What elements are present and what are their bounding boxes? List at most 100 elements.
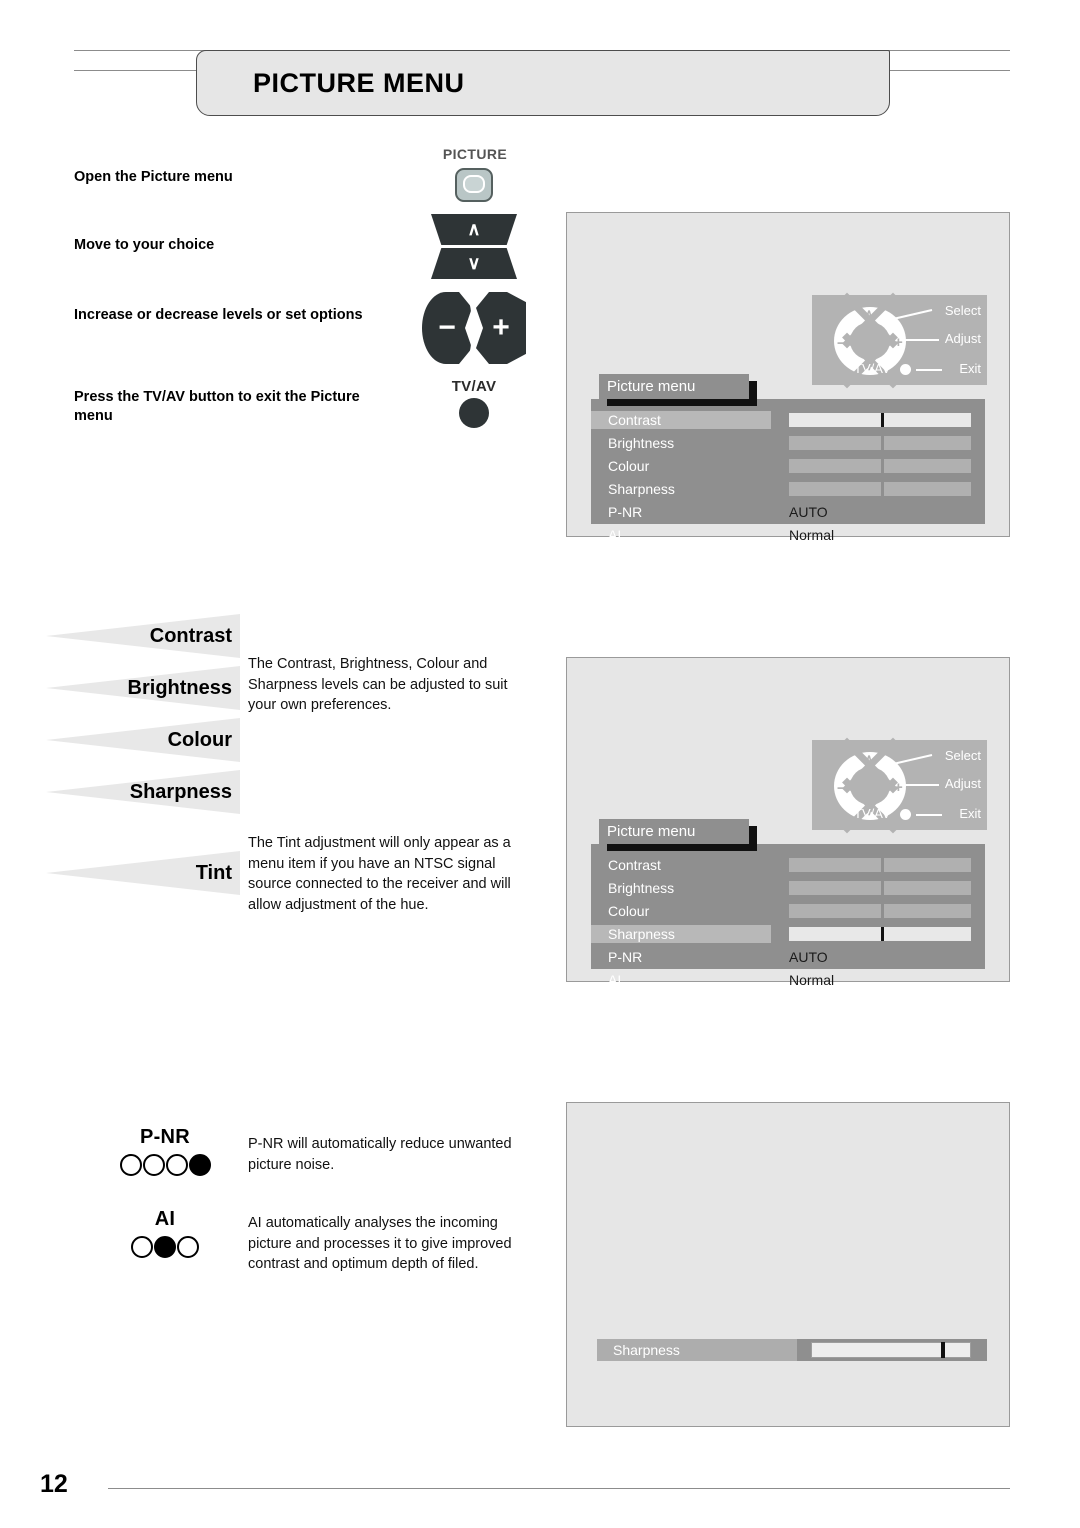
ring-plus-glyph: + <box>894 779 903 796</box>
paragraph-levels: The Contrast, Brightness, Colour and Sha… <box>248 656 508 714</box>
osd-row-bar[interactable] <box>789 482 971 496</box>
osd-row-value: Normal <box>789 972 835 988</box>
ai-dot-row <box>100 1236 230 1258</box>
tvav-dot-icon <box>900 364 911 375</box>
instruction-open-picture-menu: Open the Picture menu <box>74 169 233 185</box>
sharpness-bar-label: Sharpness <box>597 1339 797 1361</box>
picture-button-label: PICTURE <box>442 146 508 162</box>
sharpness-adjust-bar[interactable]: Sharpness <box>597 1339 987 1361</box>
osd-row-sharpness[interactable]: Sharpness <box>591 480 985 498</box>
hint-label-select: Select <box>944 303 981 318</box>
picture-button-icon[interactable] <box>455 168 493 202</box>
sharpness-bar-fill <box>811 1342 971 1358</box>
plus-button-icon[interactable]: + <box>476 292 526 364</box>
hint-leader-exit <box>916 814 942 816</box>
paragraph-tint: The Tint adjustment will only appear as … <box>248 835 511 913</box>
osd-row-label: Sharpness <box>608 926 675 942</box>
pnr-dot-4 <box>188 1154 211 1176</box>
osd-row-bar[interactable] <box>789 927 971 941</box>
osd-row-contrast[interactable]: Contrast <box>591 856 985 874</box>
navigation-hint-box: ∧ ∨ − + Select Adjust Exit TV/AV <box>812 292 987 389</box>
hint-label-select: Select <box>944 748 981 763</box>
osd-row-label: Contrast <box>608 412 661 428</box>
osd-row-label: Sharpness <box>608 481 675 497</box>
page-title-tab: PICTURE MENU <box>196 50 890 116</box>
up-arrow-button-icon[interactable]: ∧ <box>431 214 517 245</box>
osd-row-pnr[interactable]: P-NR AUTO <box>591 948 985 966</box>
osd-row-label: AI <box>608 527 622 543</box>
ring-minus-glyph: − <box>837 780 846 797</box>
hint-label-exit: Exit <box>959 361 981 376</box>
ai-dot-3 <box>177 1236 199 1258</box>
osd-row-value: Normal <box>789 527 835 543</box>
instruction-move-to-choice: Move to your choice <box>74 237 215 253</box>
tv-screen-panel-contrast: ∧ ∨ − + Select Adjust Exit TV/AV Picture… <box>566 212 1010 543</box>
wedge-sharpness: Sharpness <box>46 770 240 814</box>
osd-row-value: AUTO <box>789 504 828 520</box>
osd-menu-body: Contrast Brightness Colour Sharpness P-N… <box>591 399 985 543</box>
osd-row-label: Contrast <box>608 857 661 873</box>
osd-menu-body: Contrast Brightness Colour Sharpness P-N… <box>591 844 985 988</box>
page-number: 12 <box>40 1470 68 1498</box>
paragraph-pnr: P-NR will automatically reduce unwanted … <box>248 1136 512 1173</box>
down-arrow-button-icon[interactable]: ∨ <box>431 248 517 279</box>
ring-minus-glyph: − <box>837 335 846 352</box>
ai-dot-2 <box>154 1236 176 1258</box>
tvav-dot-icon <box>900 809 911 820</box>
ring-up-glyph: ∧ <box>865 753 874 765</box>
osd-row-ai[interactable]: AI Normal <box>591 526 985 544</box>
hint-label-tvav: TV/AV <box>854 806 891 821</box>
wedge-label: Sharpness <box>129 780 232 803</box>
osd-row-sharpness[interactable]: Sharpness <box>591 925 985 943</box>
sharpness-bar-track[interactable] <box>797 1339 987 1361</box>
osd-title: Picture menu <box>599 374 749 399</box>
wedge-contrast: Contrast <box>46 614 240 658</box>
navigation-hint-box: ∧ ∨ − + Select Adjust Exit TV/AV <box>812 737 987 834</box>
osd-row-contrast[interactable]: Contrast <box>591 411 985 429</box>
sharpness-bar-marker <box>941 1342 945 1358</box>
wedge-brightness: Brightness <box>46 666 240 710</box>
osd-row-label: P-NR <box>608 949 643 965</box>
wedge-label: Tint <box>195 861 232 884</box>
pnr-indicator-group: P-NR <box>100 1126 230 1176</box>
remote-control-keys: PICTURE ∧ ∨ − + TV/AV <box>404 140 544 440</box>
osd-row-ai[interactable]: AI Normal <box>591 971 985 989</box>
ai-dot-1 <box>131 1236 153 1258</box>
wedge-colour: Colour <box>46 718 240 762</box>
osd-row-pnr[interactable]: P-NR AUTO <box>591 503 985 521</box>
pnr-dot-2 <box>142 1154 165 1176</box>
pnr-dot-row <box>100 1154 230 1176</box>
osd-row-brightness[interactable]: Brightness <box>591 434 985 452</box>
hint-leader-adjust <box>904 339 939 341</box>
wedge-label: Colour <box>167 728 232 751</box>
minus-button-icon[interactable]: − <box>422 292 472 364</box>
osd-title: Picture menu <box>599 819 749 844</box>
osd-row-bar[interactable] <box>789 436 971 450</box>
hint-label-adjust: Adjust <box>944 776 981 791</box>
pnr-dot-1 <box>119 1154 142 1176</box>
osd-row-bar[interactable] <box>789 858 971 872</box>
hint-label-exit: Exit <box>959 806 981 821</box>
osd-row-value: AUTO <box>789 949 828 965</box>
footer-rule <box>108 1488 1010 1489</box>
hint-label-tvav: TV/AV <box>854 361 891 376</box>
tv-screen-panel-sharpness-bar: Sharpness <box>566 1102 1010 1427</box>
osd-row-colour[interactable]: Colour <box>591 902 985 920</box>
tv-screen-panel-sharpness: ∧ ∨ − + Select Adjust Exit TV/AV Picture… <box>566 657 1010 988</box>
hint-leader-exit <box>916 369 942 371</box>
osd-row-bar[interactable] <box>789 904 971 918</box>
osd-row-label: Colour <box>608 458 650 474</box>
osd-row-brightness[interactable]: Brightness <box>591 879 985 897</box>
osd-row-label: Brightness <box>608 435 675 451</box>
tvav-button-icon[interactable] <box>459 398 489 428</box>
ring-plus-glyph: + <box>894 334 903 351</box>
instruction-increase-decrease: Increase or decrease levels or set optio… <box>74 307 363 323</box>
hint-leader-adjust <box>904 784 939 786</box>
osd-row-label: AI <box>608 972 622 988</box>
osd-row-bar[interactable] <box>789 459 971 473</box>
wedge-tint: Tint <box>46 851 240 895</box>
osd-row-bar[interactable] <box>789 881 971 895</box>
osd-row-colour[interactable]: Colour <box>591 457 985 475</box>
osd-row-bar[interactable] <box>789 413 971 427</box>
tvav-button-label: TV/AV <box>451 378 497 395</box>
